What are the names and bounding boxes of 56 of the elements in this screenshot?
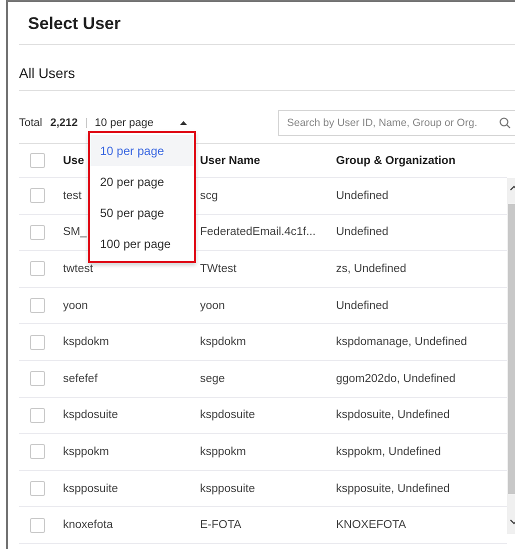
table-cell-text: scg [200,190,219,202]
table-cell-text: ggom202do, Undefined [336,372,457,385]
section-title: All Users [19,45,515,91]
row-checkbox[interactable] [30,444,45,460]
row-checkbox[interactable] [30,224,45,240]
table-cell-text: FederatedEmail.4c1f... [200,226,317,238]
select-all-checkbox[interactable] [30,153,45,168]
row-checkbox[interactable] [30,298,45,314]
table-cell-text: kspdokm [200,336,248,348]
table-cell-text: yoon [200,300,226,312]
table-cell-text: twtest [63,262,94,275]
table-cell-text: knoxefota [63,519,114,532]
menu-item[interactable]: 10 per page [90,135,194,166]
table-cell-text: Undefined [336,226,390,238]
table-cell-text: kspposuite [200,482,256,495]
table-cell-text: ksppokm [200,446,248,458]
menu-item[interactable]: 100 per page [90,228,194,259]
dialog-title: Select User [19,2,515,45]
row-checkbox[interactable] [30,188,45,204]
table-cell-text: sefefef [63,372,99,385]
row-checkbox[interactable] [30,261,45,276]
row-checkbox[interactable] [30,518,45,533]
column-header: Group & Organization [336,154,456,166]
search-field[interactable]: Search by User ID, Name, Group or Org. [278,110,515,136]
table-cell-text: SM_ [63,226,88,238]
row-checkbox[interactable] [30,408,45,423]
table-cell-text: zs, Undefined [336,262,408,275]
table-cell-text: ksppokm, Undefined [336,446,442,458]
table-cell-text: kspdokm [63,336,110,348]
table-cell-text: kspposuite [63,482,119,495]
column-header: Use [63,154,86,166]
row-checkbox[interactable] [30,334,45,350]
table-cell-text: ksppokm [63,446,110,458]
menu-item[interactable]: 50 per page [90,197,194,228]
menu-item[interactable]: 20 per page [90,166,194,197]
caret-up-icon [180,121,186,125]
table-cell-text: yoon [63,300,89,312]
table-cell-text: kspdosuite [200,409,256,422]
table-cell-text: E-FOTA [200,519,242,532]
row-checkbox[interactable] [30,371,45,386]
table-cell-text: Undefined [336,300,390,312]
table-cell-text: kspdosuite, Undefined [336,409,451,422]
table-cell-text: KNOXEFOTA [336,519,408,532]
table-cell-text: TWtest [200,262,238,275]
table-cell-text: kspposuite, Undefined [336,482,451,495]
table-cell-text: kspdosuite [63,409,119,422]
search-icon[interactable] [499,117,511,129]
table-cell-text: Undefined [336,190,390,202]
table-cell-text: sege [200,372,226,385]
table-cell-text: test [63,190,83,202]
total-count: 2,212 [50,117,78,129]
total-label: Total [19,117,42,129]
table-cell-text: kspdomanage, Undefined [336,336,468,348]
column-header: User Name [200,154,262,166]
page-size-dropdown[interactable]: 10 per page [94,117,186,129]
row-checkbox[interactable] [30,481,45,496]
